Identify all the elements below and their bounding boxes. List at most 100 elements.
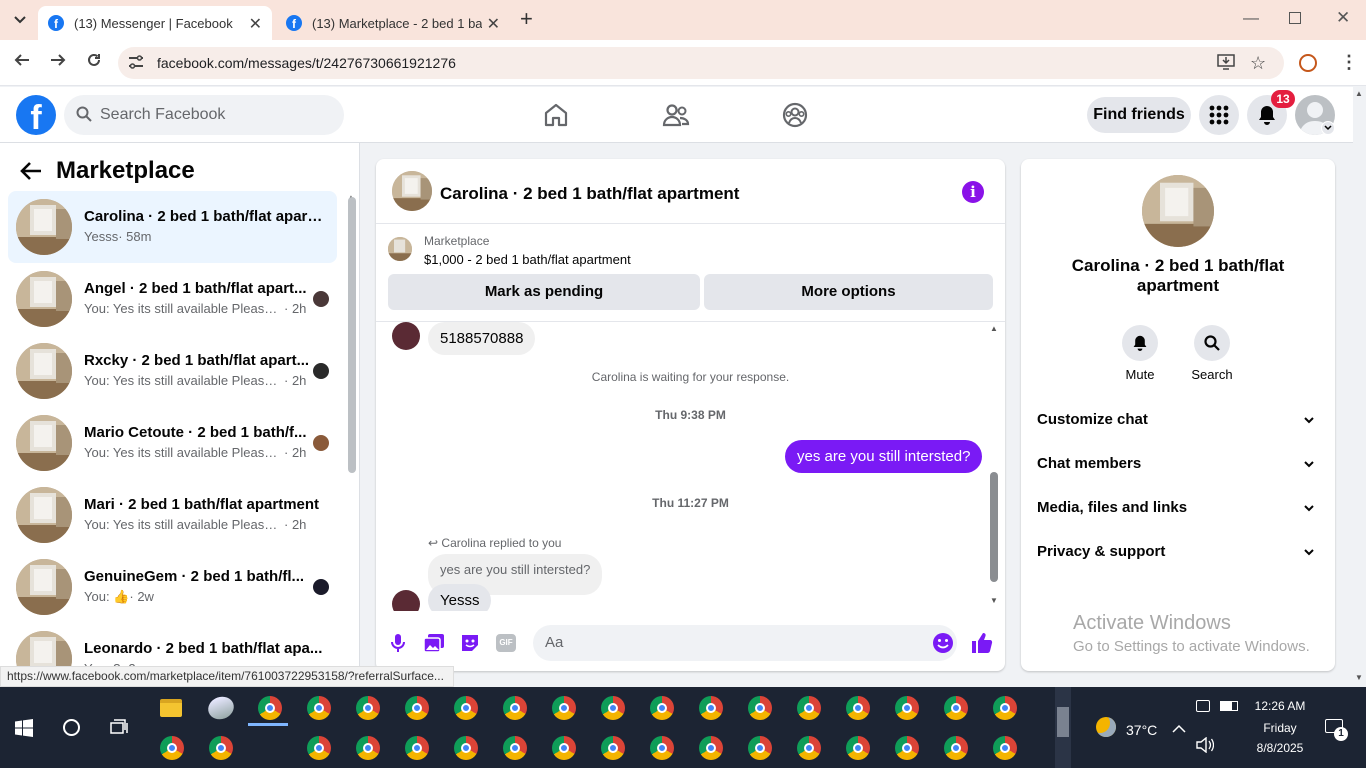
chrome-profile-window-icon[interactable] — [944, 736, 968, 760]
chat-title[interactable]: Carolina · 2 bed 1 bath/flat apartment — [440, 184, 739, 204]
chrome-profile-window-icon[interactable] — [552, 696, 576, 720]
chrome-profile-window-icon[interactable] — [160, 736, 184, 760]
facebook-logo[interactable]: f — [16, 95, 56, 135]
tab-marketplace[interactable]: f (13) Marketplace - 2 bed 1 bath ✕ — [276, 6, 510, 40]
listing-title[interactable]: $1,000 - 2 bed 1 bath/flat apartment — [424, 252, 631, 267]
chrome-profile-window-icon[interactable] — [454, 696, 478, 720]
scroll-down-arrow[interactable]: ▼ — [990, 596, 998, 605]
chrome-profile-window-icon[interactable] — [601, 696, 625, 720]
chrome-profile-window-icon[interactable] — [405, 696, 429, 720]
account-chevron-icon[interactable] — [1321, 121, 1335, 135]
customize-chat-row[interactable]: Customize chat — [1037, 400, 1319, 440]
page-scrollbar[interactable]: ▲ ▼ — [1353, 87, 1366, 687]
chrome-profile-window-icon[interactable] — [846, 696, 870, 720]
chrome-profile-window-icon[interactable] — [797, 736, 821, 760]
restore-button[interactable] — [1289, 12, 1301, 24]
chrome-profile-window-icon[interactable] — [944, 696, 968, 720]
chrome-profile-window-icon[interactable] — [601, 736, 625, 760]
sticker-icon[interactable] — [459, 632, 481, 654]
close-tab-icon[interactable]: ✕ — [487, 14, 500, 34]
site-info-icon[interactable] — [128, 55, 144, 74]
back-arrow-icon[interactable] — [20, 161, 42, 181]
chrome-profile-window-icon[interactable] — [895, 736, 919, 760]
conversation-item[interactable]: Mario Cetoute · 2 bed 1 bath/f... You: Y… — [8, 407, 337, 479]
bookmark-star-icon[interactable]: ☆ — [1250, 53, 1266, 74]
chrome-profile-window-icon[interactable] — [699, 696, 723, 720]
home-icon[interactable] — [541, 100, 571, 130]
close-tab-icon[interactable]: ✕ — [249, 14, 262, 34]
message-bubble-incoming[interactable]: 5188570888 — [428, 322, 536, 355]
chrome-profile-window-icon[interactable] — [454, 736, 478, 760]
tab-search-button[interactable] — [8, 8, 32, 32]
conversation-item[interactable]: Rxcky · 2 bed 1 bath/flat apart... You: … — [8, 335, 337, 407]
chrome-profile-window-icon[interactable] — [748, 696, 772, 720]
emoji-icon[interactable] — [932, 632, 954, 654]
menu-button[interactable] — [1199, 95, 1239, 135]
task-view-button[interactable] — [110, 719, 130, 742]
thumbs-up-icon[interactable] — [971, 632, 993, 654]
friends-icon[interactable] — [661, 100, 691, 130]
chrome-profile-window-icon[interactable] — [797, 696, 821, 720]
file-explorer-icon[interactable] — [160, 699, 182, 717]
search-button[interactable] — [63, 719, 80, 736]
privacy-support-row[interactable]: Privacy & support — [1037, 532, 1319, 572]
search-input[interactable]: Search Facebook — [64, 95, 344, 135]
volume-icon[interactable] — [1196, 736, 1215, 758]
chrome-profile-window-icon[interactable] — [650, 696, 674, 720]
voice-clip-icon[interactable] — [387, 632, 409, 654]
chrome-app-icon[interactable] — [258, 696, 282, 720]
conversation-list-scrollbar[interactable] — [348, 197, 356, 473]
chrome-profile-window-icon[interactable] — [699, 736, 723, 760]
chrome-profile-window-icon[interactable] — [503, 736, 527, 760]
mark-as-pending-button[interactable]: Mark as pending — [388, 274, 700, 310]
chrome-profile-window-icon[interactable] — [356, 736, 380, 760]
clock-time[interactable]: 12:26 AM — [1244, 699, 1316, 713]
close-window-button[interactable]: ✕ — [1336, 8, 1350, 28]
conversation-item[interactable]: Carolina · 2 bed 1 bath/flat apart... Ye… — [8, 191, 337, 263]
gif-icon[interactable]: GIF — [495, 632, 517, 654]
reload-button[interactable] — [84, 52, 104, 72]
battery-icon[interactable] — [1220, 701, 1238, 711]
taskbar-scroll[interactable] — [1055, 687, 1071, 768]
chrome-profile-icon[interactable] — [1299, 54, 1317, 72]
chrome-profile-window-icon[interactable] — [356, 696, 380, 720]
details-avatar[interactable] — [1142, 175, 1214, 247]
scroll-up-arrow[interactable]: ▲ — [990, 324, 998, 333]
chrome-profile-window-icon[interactable] — [503, 696, 527, 720]
chrome-profile-window-icon[interactable] — [307, 696, 331, 720]
message-bubble-incoming[interactable]: Yesss — [428, 584, 492, 611]
chrome-profile-window-icon[interactable] — [552, 736, 576, 760]
pinned-app-icon[interactable] — [205, 693, 237, 723]
chrome-profile-window-icon[interactable] — [895, 696, 919, 720]
conversation-item[interactable]: Angel · 2 bed 1 bath/flat apart... You: … — [8, 263, 337, 335]
chrome-profile-window-icon[interactable] — [846, 736, 870, 760]
conversation-item[interactable]: Mari · 2 bed 1 bath/flat apartment You: … — [8, 479, 337, 551]
message-scrollbar[interactable] — [990, 472, 998, 582]
groups-icon[interactable] — [780, 100, 810, 130]
new-tab-button[interactable]: + — [520, 8, 533, 30]
chrome-profile-window-icon[interactable] — [748, 736, 772, 760]
minimize-button[interactable]: — — [1243, 10, 1259, 28]
show-hidden-icons-chevron-icon[interactable] — [1172, 721, 1186, 739]
temperature[interactable]: 37°C — [1126, 722, 1157, 738]
chrome-profile-window-icon[interactable] — [209, 736, 233, 760]
more-options-button[interactable]: More options — [704, 274, 993, 310]
listing-thumbnail[interactable] — [388, 237, 412, 261]
weather-icon[interactable] — [1096, 717, 1116, 737]
search-in-chat-button[interactable]: Search — [1182, 325, 1242, 382]
info-icon[interactable]: i — [962, 181, 984, 203]
back-button[interactable] — [12, 52, 32, 72]
clock-date[interactable]: 8/8/2025 — [1244, 741, 1316, 755]
mute-button[interactable]: Mute — [1110, 325, 1170, 382]
media-files-links-row[interactable]: Media, files and links — [1037, 488, 1319, 528]
forward-button[interactable] — [48, 52, 68, 72]
url-text[interactable]: facebook.com/messages/t/2427673066192127… — [157, 55, 456, 71]
message-bubble-outgoing[interactable]: yes are you still intersted? — [785, 440, 983, 473]
chrome-profile-window-icon[interactable] — [405, 736, 429, 760]
find-friends-button[interactable]: Find friends — [1087, 97, 1191, 133]
chrome-profile-window-icon[interactable] — [993, 736, 1017, 760]
tab-messenger[interactable]: f (13) Messenger | Facebook ✕ — [38, 6, 272, 40]
clock-day[interactable]: Friday — [1244, 721, 1316, 735]
chat-members-row[interactable]: Chat members — [1037, 444, 1319, 484]
chrome-profile-window-icon[interactable] — [650, 736, 674, 760]
